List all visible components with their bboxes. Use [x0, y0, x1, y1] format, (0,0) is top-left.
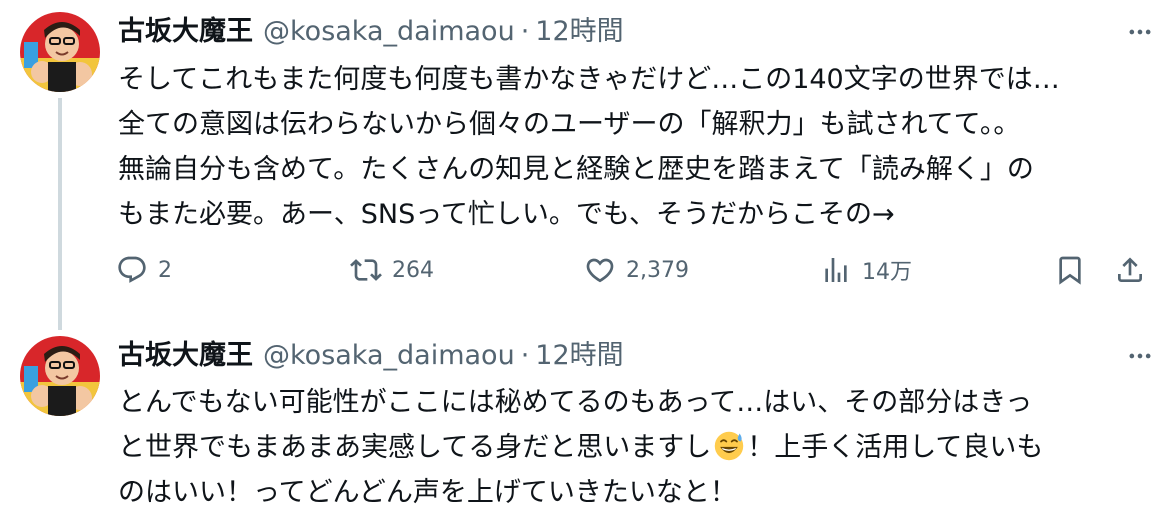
- avatar[interactable]: [20, 12, 100, 92]
- retweet-button[interactable]: 264: [350, 248, 434, 292]
- separator: ·: [520, 16, 530, 47]
- tweet-header: 古坂大魔王 @kosaka_daimaou · 12時間: [118, 12, 624, 52]
- tweet-text-line: そしてこれもまた何度も何度も書かなきゃだけど…この140文字の世界では…: [118, 64, 1060, 95]
- tweet-text-line: のはいい！ってどんどん声を上げていきたいなと！: [118, 477, 737, 508]
- author-name[interactable]: 古坂大魔王: [118, 12, 253, 52]
- share-icon: [1118, 257, 1142, 282]
- tweet-text-line: と世界でもまあまあ実感してる身だと思いますし ！上手く活用して良いも: [118, 425, 1158, 470]
- views-button[interactable]: 14万: [820, 248, 912, 292]
- author-handle[interactable]: @kosaka_daimaou: [263, 12, 515, 52]
- action-bar: 2 264 2,379 14万: [116, 248, 1162, 292]
- timestamp[interactable]: 12時間: [535, 336, 623, 376]
- avatar[interactable]: [20, 336, 100, 416]
- reply-icon: [118, 256, 146, 283]
- bookmark-button[interactable]: [1054, 248, 1086, 292]
- tweet-text: そしてこれもまた何度も何度も書かなきゃだけど…この140文字の世界では… 全ての…: [118, 57, 1158, 237]
- thread-connector: [58, 98, 62, 330]
- tweet-text-line: もまた必要。あー、SNSって忙しい。でも、そうだからこその→: [118, 199, 895, 230]
- like-count: 2,379: [626, 257, 689, 283]
- more-icon: [1129, 29, 1151, 35]
- reply-button[interactable]: 2: [116, 248, 172, 292]
- tweet-text-line: 全ての意図は伝わらないから個々のユーザーの「解釈力」も試されてて。。: [118, 109, 1021, 140]
- tweet-text-fragment: と世界でもまあまあ実感してる身だと思いますし: [118, 432, 712, 463]
- share-button[interactable]: [1114, 248, 1146, 292]
- tweet[interactable]: 古坂大魔王 @kosaka_daimaou · 12時間 とんでもない可能性がこ…: [0, 330, 1176, 524]
- tweet[interactable]: 古坂大魔王 @kosaka_daimaou · 12時間 そしてこれもまた何度も…: [0, 0, 1176, 330]
- tweet-text-line: 無論自分も含めて。たくさんの知見と経験と歴史を踏まえて「読み解く」の: [118, 154, 1034, 185]
- more-icon: [1129, 353, 1151, 359]
- tweet-text: とんでもない可能性がここには秘めてるのもあって…はい、その部分はきっ と世界でも…: [118, 380, 1158, 515]
- view-count: 14万: [862, 260, 912, 285]
- separator: ·: [520, 340, 530, 371]
- author-name[interactable]: 古坂大魔王: [118, 336, 253, 376]
- views-icon: [825, 258, 847, 282]
- tweet-text-line: とんでもない可能性がここには秘めてるのもあって…はい、その部分はきっ: [118, 387, 1033, 418]
- retweet-icon: [350, 259, 382, 281]
- more-button[interactable]: [1120, 336, 1160, 376]
- reply-count: 2: [158, 257, 172, 283]
- tweet-header: 古坂大魔王 @kosaka_daimaou · 12時間: [118, 336, 624, 376]
- timestamp[interactable]: 12時間: [535, 12, 623, 52]
- bookmark-icon: [1059, 256, 1081, 285]
- grinning-sweat-emoji: [714, 431, 744, 461]
- tweet-text-fragment: ！上手く活用して良いも: [747, 432, 1044, 463]
- like-button[interactable]: 2,379: [584, 248, 689, 292]
- more-button[interactable]: [1120, 12, 1160, 52]
- retweet-count: 264: [392, 257, 434, 283]
- author-handle[interactable]: @kosaka_daimaou: [263, 336, 515, 376]
- like-icon: [586, 258, 614, 283]
